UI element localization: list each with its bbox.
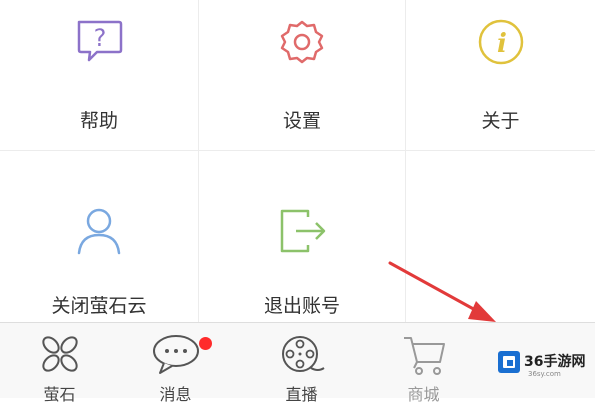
- grid-item-label: 关闭萤石云: [51, 295, 147, 317]
- chat-bubble-icon: [116, 331, 235, 377]
- gear-icon: [199, 12, 405, 72]
- cart-icon: [364, 331, 483, 377]
- logout-icon: [199, 201, 405, 261]
- tab-label: 萤石: [43, 385, 76, 404]
- tab-ezviz[interactable]: 萤石: [0, 323, 119, 404]
- info-icon: i: [406, 12, 595, 72]
- film-reel-icon: [242, 331, 361, 377]
- svg-text:?: ?: [94, 24, 107, 52]
- bottom-tab-bar: 萤石 消息 直播 商城 36手游网 36sy.com: [0, 322, 595, 404]
- tab-mall[interactable]: 商城: [364, 323, 483, 404]
- user-icon: [0, 201, 198, 261]
- svg-text:i: i: [497, 29, 507, 59]
- tab-messages[interactable]: 消息: [116, 323, 235, 404]
- tab-label: 直播: [285, 385, 318, 404]
- svg-text:36sy.com: 36sy.com: [528, 370, 561, 378]
- grid-item-close-cloud[interactable]: 关闭萤石云: [0, 151, 198, 322]
- grid-item-logout[interactable]: 退出账号: [199, 151, 405, 322]
- grid-item-label: 退出账号: [263, 295, 340, 317]
- tab-label: 商城: [407, 385, 440, 404]
- grid-item-label: 帮助: [79, 110, 118, 132]
- grid-item-settings[interactable]: 设置: [199, 0, 405, 150]
- help-bubble-icon: ?: [0, 12, 198, 72]
- grid-item-label: 设置: [282, 110, 321, 132]
- watermark-logo: 36手游网 36sy.com: [496, 347, 595, 379]
- grid-item-help[interactable]: ? 帮助: [0, 0, 198, 150]
- petal-icon: [0, 331, 119, 377]
- tab-label: 消息: [159, 385, 192, 404]
- tab-live[interactable]: 直播: [242, 323, 361, 404]
- grid-item-about[interactable]: i 关于: [406, 0, 595, 150]
- svg-text:36手游网: 36手游网: [524, 353, 585, 370]
- grid-item-label: 关于: [481, 110, 520, 132]
- notification-badge: [199, 337, 212, 350]
